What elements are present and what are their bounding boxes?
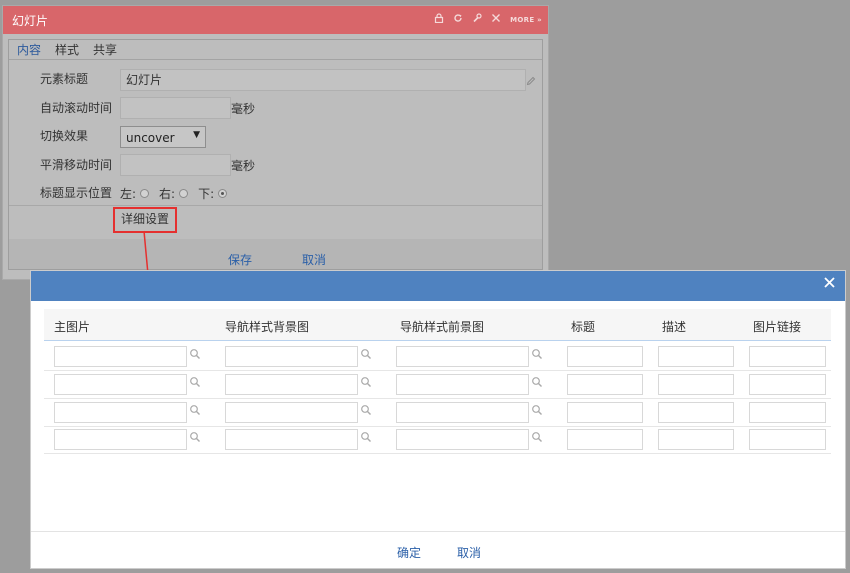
switch-effect-label: 切换效果 xyxy=(40,129,89,143)
nav-fg-image-input[interactable] xyxy=(396,346,529,367)
column-header: 图片链接 xyxy=(753,320,802,334)
detail-settings-button[interactable]: 详细设置 xyxy=(113,207,177,233)
dialog-header xyxy=(31,271,845,301)
main-image-input[interactable] xyxy=(54,429,187,450)
table-row xyxy=(44,343,831,371)
nav-bg-image-input[interactable] xyxy=(225,429,358,450)
lock-icon[interactable] xyxy=(434,13,444,26)
description-input[interactable] xyxy=(658,402,734,423)
search-icon[interactable] xyxy=(531,404,545,418)
panel-title: 幻灯片 xyxy=(12,14,49,28)
description-input[interactable] xyxy=(658,374,734,395)
tab-content[interactable]: 内容 xyxy=(17,41,41,58)
column-header: 标题 xyxy=(571,320,596,334)
tabs-divider xyxy=(9,59,542,60)
title-input[interactable] xyxy=(567,429,643,450)
search-icon[interactable] xyxy=(360,348,374,362)
auto-scroll-unit: 毫秒 xyxy=(231,102,256,116)
image-link-input[interactable] xyxy=(749,402,826,423)
table-row xyxy=(44,426,831,454)
switch-effect-value: uncover xyxy=(126,131,175,145)
auto-scroll-label: 自动滚动时间 xyxy=(40,101,113,115)
title-position-label: 标题显示位置 xyxy=(40,186,113,200)
save-button[interactable]: 保存 xyxy=(228,251,252,268)
cancel-button[interactable]: 取消 xyxy=(302,251,326,268)
nav-fg-image-input[interactable] xyxy=(396,374,529,395)
radio-left-label: 左: xyxy=(120,187,137,201)
panel-header: 幻灯片 MORE » xyxy=(3,6,548,34)
refresh-icon[interactable] xyxy=(453,13,463,26)
dropdown-arrow-icon: ▼ xyxy=(193,130,200,140)
element-title-label: 元素标题 xyxy=(40,72,89,86)
search-icon[interactable] xyxy=(531,431,545,445)
column-header: 主图片 xyxy=(54,320,91,334)
panel-body: 内容 样式 共享 元素标题 幻灯片 自动滚动时间 毫秒 切换效果 uncover… xyxy=(8,39,543,270)
radio-left[interactable] xyxy=(140,189,150,198)
radio-bottom-label: 下: xyxy=(198,187,215,201)
panel-footer: 保存 取消 xyxy=(9,239,542,269)
image-link-input[interactable] xyxy=(749,374,826,395)
column-header: 描述 xyxy=(662,320,687,334)
search-icon[interactable] xyxy=(189,348,203,362)
table-row xyxy=(44,399,831,427)
search-icon[interactable] xyxy=(189,431,203,445)
switch-effect-select[interactable]: uncover ▼ xyxy=(120,126,206,148)
main-image-input[interactable] xyxy=(54,346,187,367)
close-icon[interactable] xyxy=(491,13,501,26)
search-icon[interactable] xyxy=(531,348,545,362)
slideshow-panel: 幻灯片 MORE » 内容 样式 共享 元素标题 幻灯片 自动滚动时间 毫秒 切… xyxy=(2,5,549,280)
title-input[interactable] xyxy=(567,402,643,423)
nav-bg-image-input[interactable] xyxy=(225,346,358,367)
table-row xyxy=(44,371,831,399)
panel-toolbar: MORE » xyxy=(434,13,542,26)
tab-share[interactable]: 共享 xyxy=(93,41,117,58)
search-icon[interactable] xyxy=(531,376,545,390)
search-icon[interactable] xyxy=(360,431,374,445)
pencil-icon[interactable] xyxy=(526,76,536,89)
title-position-radios: 左: 右: 下: xyxy=(120,185,233,202)
column-header: 导航样式前景图 xyxy=(400,320,485,334)
smooth-move-input[interactable] xyxy=(120,154,231,176)
divider xyxy=(9,205,542,206)
wrench-icon[interactable] xyxy=(472,13,482,26)
detail-settings-dialog: 主图片 导航样式背景图 导航样式前景图 标题 描述 图片链接 确定 取消 xyxy=(30,270,846,569)
tab-style[interactable]: 样式 xyxy=(55,41,79,58)
search-icon[interactable] xyxy=(360,404,374,418)
main-image-input[interactable] xyxy=(54,402,187,423)
auto-scroll-input[interactable] xyxy=(120,97,231,119)
dialog-footer: 确定 取消 xyxy=(31,531,845,568)
nav-fg-image-input[interactable] xyxy=(396,429,529,450)
main-image-input[interactable] xyxy=(54,374,187,395)
search-icon[interactable] xyxy=(189,376,203,390)
description-input[interactable] xyxy=(658,346,734,367)
dialog-cancel-button[interactable]: 取消 xyxy=(457,544,481,561)
smooth-move-label: 平滑移动时间 xyxy=(40,158,113,172)
column-header: 导航样式背景图 xyxy=(225,320,310,334)
title-input[interactable] xyxy=(567,346,643,367)
ok-button[interactable]: 确定 xyxy=(397,544,421,561)
image-link-input[interactable] xyxy=(749,346,826,367)
radio-bottom[interactable] xyxy=(218,189,228,198)
close-icon[interactable] xyxy=(822,276,836,290)
title-input[interactable] xyxy=(567,374,643,395)
search-icon[interactable] xyxy=(360,376,374,390)
nav-bg-image-input[interactable] xyxy=(225,374,358,395)
radio-right-label: 右: xyxy=(159,187,176,201)
image-link-input[interactable] xyxy=(749,429,826,450)
grid-header: 主图片 导航样式背景图 导航样式前景图 标题 描述 图片链接 xyxy=(44,309,831,341)
radio-right[interactable] xyxy=(179,189,189,198)
smooth-move-unit: 毫秒 xyxy=(231,159,256,173)
nav-fg-image-input[interactable] xyxy=(396,402,529,423)
more-button[interactable]: MORE » xyxy=(510,16,542,24)
nav-bg-image-input[interactable] xyxy=(225,402,358,423)
description-input[interactable] xyxy=(658,429,734,450)
search-icon[interactable] xyxy=(189,404,203,418)
panel-tabs: 内容 样式 共享 xyxy=(17,41,117,58)
element-title-input[interactable]: 幻灯片 xyxy=(120,69,526,91)
